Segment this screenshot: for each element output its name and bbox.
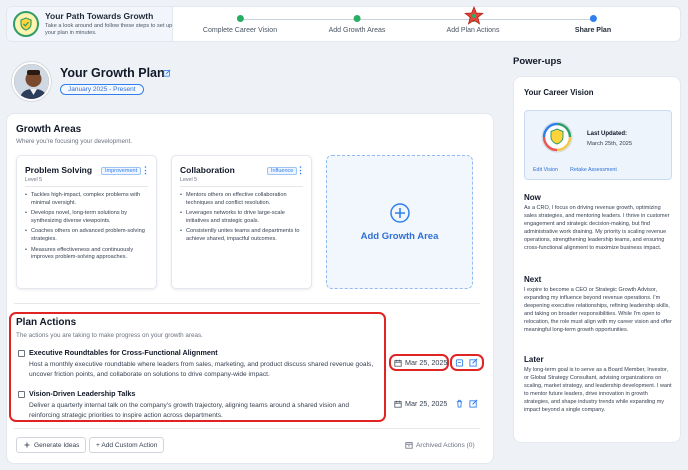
growth-area-card-problem-solving[interactable]: Problem Solving Level 5 Improvement ⋮ Ta… (16, 155, 157, 289)
step-label: Share Plan (574, 27, 612, 34)
last-updated-date: March 25th, 2025 (587, 141, 633, 147)
list-item: Leverages networks to drive large-scale … (180, 210, 305, 225)
divider (25, 186, 148, 187)
growth-area-card-collaboration[interactable]: Collaboration Level 5 Influence ⋮ Mentor… (171, 155, 312, 289)
fade-overlay (17, 262, 156, 288)
later-heading: Later (524, 355, 544, 364)
action-checkbox[interactable] (18, 391, 25, 398)
action-date[interactable]: Mar 25, 2025 (394, 399, 447, 408)
page-title: Your Growth Plan (60, 66, 165, 80)
action-description: Host a monthly executive roundtable wher… (29, 361, 374, 378)
archive-box-icon (405, 442, 413, 449)
path-title: Your Path Towards Growth (45, 11, 154, 21)
growth-areas-subtitle: Where you're focusing your development. (16, 138, 133, 145)
stepper-line (240, 19, 592, 20)
vision-summary-box: Last Updated: March 25th, 2025 Edit Visi… (524, 110, 672, 180)
growth-area-bullets: Tackles high-impact, complex problems wi… (25, 192, 150, 265)
last-updated-label: Last Updated: (587, 131, 628, 137)
growth-area-level: Level 5 (180, 177, 198, 183)
career-vision-card: Your Career Vision Last Updated: March 2… (513, 76, 681, 443)
divider (180, 186, 303, 187)
retake-assessment-link[interactable]: Retake Assessment (570, 167, 617, 173)
divider (14, 303, 480, 304)
next-text: I expire to become a CEO or Strategic Gr… (524, 287, 672, 333)
list-item: Coaches others on advanced problem-solvi… (25, 228, 150, 243)
archived-actions-link[interactable]: Archived Actions (0) (405, 441, 475, 449)
list-item: Tackles high-impact, complex problems wi… (25, 192, 150, 207)
add-growth-area-button[interactable]: Add Growth Area (326, 155, 473, 289)
more-options-icon[interactable]: ⋮ (296, 166, 305, 175)
progress-stepper: Your Path Towards Growth Take a look aro… (6, 6, 681, 42)
action-title[interactable]: Executive Roundtables for Cross-Function… (29, 348, 218, 357)
edit-title-icon[interactable] (163, 69, 171, 77)
generate-ideas-button[interactable]: Generate Ideas (16, 437, 87, 453)
growth-area-bullets: Mentors others on effective collaboratio… (180, 192, 305, 247)
plan-actions-subtitle: The actions you are taking to make progr… (16, 332, 203, 339)
list-item: Develops novel, long-term solutions by s… (25, 210, 150, 225)
more-options-icon[interactable]: ⋮ (141, 166, 150, 175)
growth-area-name: Problem Solving (25, 165, 93, 175)
step-label: Add Plan Actions (446, 27, 500, 34)
step-label: Complete Career Vision (202, 27, 278, 34)
list-item: Measures effectiveness and continuously … (25, 247, 150, 262)
generate-ideas-label: Generate Ideas (34, 441, 80, 449)
avatar[interactable] (12, 62, 51, 101)
add-growth-area-label: Add Growth Area (360, 230, 439, 242)
growth-area-badge: Improvement (101, 167, 142, 175)
calendar-icon (394, 359, 402, 367)
step-label: Add Growth Areas (328, 27, 386, 34)
now-heading: Now (524, 193, 541, 202)
list-item: Mentors others on effective collaboratio… (180, 192, 305, 207)
growth-area-badge: Influence (267, 167, 298, 175)
path-intro: Your Path Towards Growth Take a look aro… (7, 7, 173, 41)
growth-area-name: Collaboration (180, 165, 235, 175)
step-complete-career-vision[interactable]: Complete Career Vision (203, 15, 277, 34)
plus-circle-icon (389, 202, 410, 223)
action-checkbox[interactable] (18, 350, 25, 357)
add-custom-action-button[interactable]: + Add Custom Action (89, 437, 165, 453)
sparkle-icon (23, 441, 31, 449)
edit-icon[interactable] (469, 399, 478, 408)
step-current-dot (589, 15, 597, 22)
calendar-icon (394, 400, 402, 408)
career-vision-title: Your Career Vision (524, 88, 594, 97)
archived-actions-label: Archived Actions (0) (416, 441, 475, 449)
growth-area-level: Level 5 (25, 177, 43, 183)
next-heading: Next (524, 275, 542, 284)
step-share-plan[interactable]: Share Plan (575, 15, 611, 34)
action-date-text: Mar 25, 2025 (405, 358, 448, 367)
action-title[interactable]: Vision-Driven Leadership Talks (29, 389, 135, 398)
growth-areas-title: Growth Areas (16, 124, 82, 135)
step-complete-dot (236, 15, 244, 22)
action-date-text: Mar 25, 2025 (405, 399, 448, 408)
date-range-pill[interactable]: January 2025 - Present (60, 84, 144, 95)
path-subtitle: Take a look around and follow these step… (45, 23, 173, 36)
divider (14, 428, 480, 429)
step-complete-dot (353, 15, 361, 22)
list-item: Consistently unites teams and department… (180, 228, 305, 243)
trash-icon[interactable] (455, 399, 464, 408)
later-text: My long-term goal is to serve as a Board… (524, 367, 672, 413)
vision-badge-icon (541, 121, 573, 153)
add-custom-action-label: + Add Custom Action (96, 441, 158, 449)
step-add-growth-areas[interactable]: Add Growth Areas (328, 15, 386, 34)
archive-icon[interactable] (455, 358, 464, 367)
now-text: As a CRO, I focus on driving revenue gro… (524, 205, 670, 251)
plan-actions-title: Plan Actions (16, 317, 77, 328)
action-description: Deliver a quarterly internal talk on the… (29, 402, 350, 419)
power-ups-title: Power-ups (513, 56, 562, 67)
star-highlight-icon (464, 6, 484, 25)
action-date[interactable]: Mar 25, 2025 (394, 358, 447, 367)
edit-vision-link[interactable]: Edit Vision (533, 167, 558, 173)
edit-icon[interactable] (469, 358, 478, 367)
shield-logo-icon (13, 11, 39, 37)
